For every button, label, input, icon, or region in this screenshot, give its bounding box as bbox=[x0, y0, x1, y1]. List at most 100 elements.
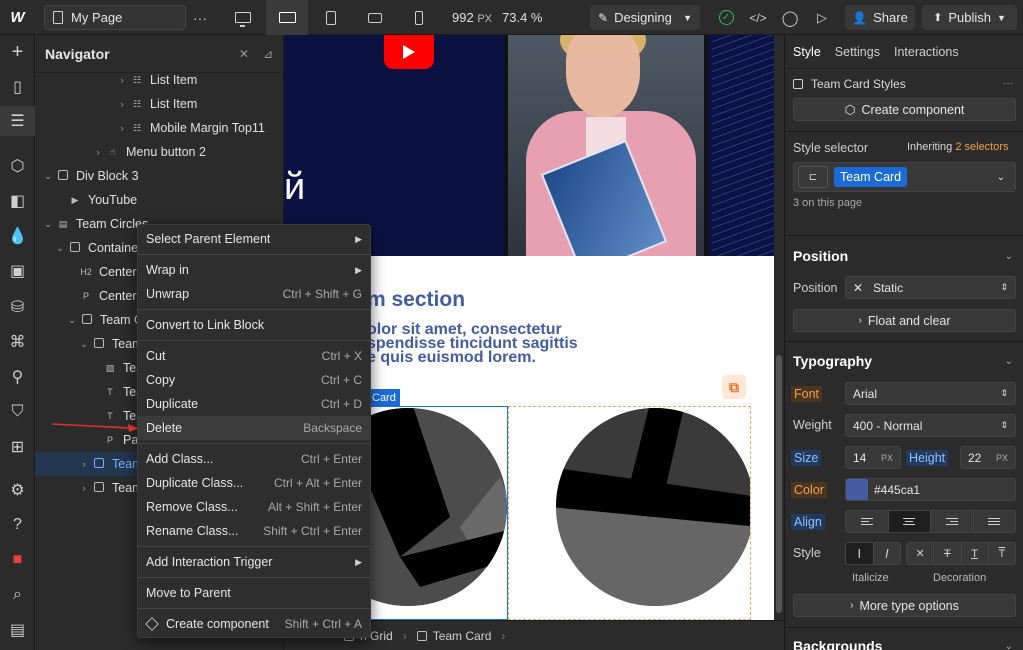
status-ok-button[interactable]: ✓ bbox=[716, 0, 736, 35]
hero-section[interactable]: й bbox=[284, 35, 774, 256]
search-icon[interactable]: ⌕ bbox=[0, 580, 35, 610]
menu-item-wrap-in[interactable]: Wrap in ▶ bbox=[138, 258, 370, 282]
more-type-options-button[interactable]: › More type options bbox=[793, 594, 1016, 617]
align-left-icon[interactable] bbox=[846, 511, 889, 532]
breadcrumb-item[interactable]: Team Card bbox=[407, 629, 502, 643]
audit-icon[interactable]: ■ bbox=[0, 545, 35, 575]
backgrounds-heading[interactable]: Backgrounds bbox=[793, 638, 882, 650]
navigator-icon[interactable]: ☰ bbox=[0, 106, 35, 136]
breakpoint-tablet[interactable] bbox=[310, 0, 352, 35]
breakpoint-landscape[interactable] bbox=[354, 0, 396, 35]
menu-item-duplicate[interactable]: Duplicate Ctrl + D bbox=[138, 392, 370, 416]
menu-item-cut[interactable]: Cut Ctrl + X bbox=[138, 344, 370, 368]
align-center-icon[interactable] bbox=[888, 511, 931, 532]
mode-dropdown[interactable]: ✎ Designing ▼ bbox=[590, 5, 700, 30]
menu-item-select-parent[interactable]: Select Parent Element ▶ bbox=[138, 227, 370, 251]
chevron-down-icon[interactable]: ⌄ bbox=[1005, 641, 1013, 650]
breakpoint-desktop[interactable] bbox=[222, 0, 264, 35]
add-elements-icon[interactable]: + bbox=[0, 37, 35, 67]
overline-icon[interactable]: T bbox=[988, 543, 1015, 564]
apps-icon[interactable]: ⊞ bbox=[0, 432, 35, 462]
underline-icon[interactable]: T bbox=[961, 543, 989, 564]
more-icon[interactable]: ··· bbox=[1003, 78, 1013, 89]
variables-icon[interactable]: 💧 bbox=[0, 221, 35, 251]
publish-button[interactable]: ⬆ Publish ▼ bbox=[922, 5, 1017, 30]
video-tutorials-icon[interactable]: ▤ bbox=[0, 615, 35, 645]
nav-row[interactable]: › ☷ Mobile Margin Top11 bbox=[35, 116, 284, 140]
font-select[interactable]: Arial ⇕ bbox=[845, 382, 1016, 405]
nav-row[interactable]: › ☷ List Item bbox=[35, 92, 284, 116]
component-settings-icon[interactable]: ⧉ bbox=[722, 375, 746, 399]
more-options-button[interactable]: ··· bbox=[190, 0, 210, 35]
breakpoint-portrait[interactable] bbox=[398, 0, 440, 35]
menu-item-copy[interactable]: Copy Ctrl + C bbox=[138, 368, 370, 392]
menu-item-create-component[interactable]: Create component Shift + Ctrl + A bbox=[138, 612, 370, 636]
align-right-icon[interactable] bbox=[931, 511, 974, 532]
pin-icon[interactable]: ⊿ bbox=[263, 47, 273, 61]
typography-heading[interactable]: Typography bbox=[793, 353, 872, 369]
float-and-clear-button[interactable]: › Float and clear bbox=[793, 309, 1016, 332]
selected-element-tag[interactable]: Card bbox=[368, 389, 400, 406]
settings-icon[interactable]: ⚙ bbox=[0, 475, 35, 505]
line-height-input[interactable]: 22 PX bbox=[960, 446, 1016, 469]
pages-icon[interactable]: ▯ bbox=[0, 72, 35, 102]
tab-interactions[interactable]: Interactions bbox=[894, 45, 959, 59]
nav-row[interactable]: ▶ YouTube bbox=[35, 188, 284, 212]
comment-icon[interactable]: ◯ bbox=[780, 0, 800, 35]
ecommerce-icon[interactable]: ⛉ bbox=[0, 397, 35, 427]
logic-icon[interactable]: ⌘ bbox=[0, 327, 35, 357]
regular-icon[interactable]: I bbox=[846, 543, 874, 564]
chevron-down-icon[interactable]: ⌄ bbox=[1005, 356, 1013, 367]
position-select[interactable]: ✕ Static ⇕ bbox=[845, 276, 1016, 299]
menu-item-move-to-parent[interactable]: Move to Parent bbox=[138, 581, 370, 605]
menu-item-unwrap[interactable]: Unwrap Ctrl + Shift + G bbox=[138, 282, 370, 306]
align-justify-icon[interactable] bbox=[973, 511, 1015, 532]
components-icon[interactable]: ⬡ bbox=[0, 151, 35, 181]
create-component-button[interactable]: ⬡ Create component bbox=[793, 98, 1016, 121]
assets-icon[interactable]: ▣ bbox=[0, 256, 35, 286]
weight-select[interactable]: 400 - Normal ⇕ bbox=[845, 414, 1016, 437]
color-swatch[interactable] bbox=[846, 479, 868, 500]
webflow-logo[interactable]: W bbox=[0, 0, 35, 35]
help-icon[interactable]: ? bbox=[0, 510, 35, 540]
menu-item-add-interaction[interactable]: Add Interaction Trigger ▶ bbox=[138, 550, 370, 574]
strikethrough-icon[interactable]: T bbox=[934, 543, 962, 564]
scrollbar-thumb[interactable] bbox=[776, 355, 782, 613]
menu-item-remove-class[interactable]: Remove Class... Alt + Shift + Enter bbox=[138, 495, 370, 519]
collapse-all-icon[interactable]: ✕ bbox=[239, 47, 249, 61]
class-selector-field[interactable]: ⊏ Team Card ⌄ bbox=[793, 162, 1016, 192]
page-selector-button[interactable]: My Page bbox=[44, 5, 186, 30]
chevron-down-icon[interactable]: ⌄ bbox=[1005, 251, 1013, 262]
team-card[interactable] bbox=[508, 406, 751, 620]
size-unit[interactable]: PX bbox=[881, 453, 893, 463]
inheriting-info[interactable]: Inheriting 2 selectors bbox=[907, 141, 1009, 153]
menu-item-add-class[interactable]: Add Class... Ctrl + Enter bbox=[138, 447, 370, 471]
menu-item-convert-link-block[interactable]: Convert to Link Block bbox=[138, 313, 370, 337]
youtube-play-button[interactable] bbox=[384, 35, 434, 69]
position-heading[interactable]: Position bbox=[793, 248, 848, 264]
no-decoration-icon[interactable]: ✕ bbox=[907, 543, 935, 564]
menu-item-duplicate-class[interactable]: Duplicate Class... Ctrl + Alt + Enter bbox=[138, 471, 370, 495]
team-card-selected[interactable] bbox=[359, 406, 508, 620]
breakpoint-wide[interactable] bbox=[266, 0, 308, 35]
share-button[interactable]: 👤 Share bbox=[845, 5, 915, 30]
users-icon[interactable]: ⚲ bbox=[0, 362, 35, 392]
line-height-unit[interactable]: PX bbox=[996, 453, 1008, 463]
size-input[interactable]: 14 PX bbox=[845, 446, 901, 469]
italic-icon[interactable]: I bbox=[873, 543, 900, 564]
cms-icon[interactable]: ⛁ bbox=[0, 292, 35, 322]
nav-row[interactable]: › ☷ List Item bbox=[35, 68, 284, 92]
code-icon[interactable]: </> bbox=[748, 0, 768, 35]
tab-style[interactable]: Style bbox=[793, 45, 821, 59]
preview-play-icon[interactable]: ▷ bbox=[812, 0, 832, 35]
color-input[interactable]: #445ca1 bbox=[845, 478, 1016, 501]
class-pill[interactable]: Team Card bbox=[834, 167, 908, 187]
nav-row[interactable]: ⌄ Div Block 3 bbox=[35, 164, 284, 188]
menu-item-rename-class[interactable]: Rename Class... Shift + Ctrl + Enter bbox=[138, 519, 370, 543]
canvas-scrollbar[interactable] bbox=[774, 35, 784, 620]
nav-row[interactable]: › ☝ Menu button 2 bbox=[35, 140, 284, 164]
style-manager-icon[interactable]: ◧ bbox=[0, 186, 35, 216]
tab-settings[interactable]: Settings bbox=[835, 45, 880, 59]
menu-item-delete[interactable]: Delete Backspace bbox=[138, 416, 370, 440]
selectors-count: 2 selectors bbox=[955, 141, 1009, 153]
